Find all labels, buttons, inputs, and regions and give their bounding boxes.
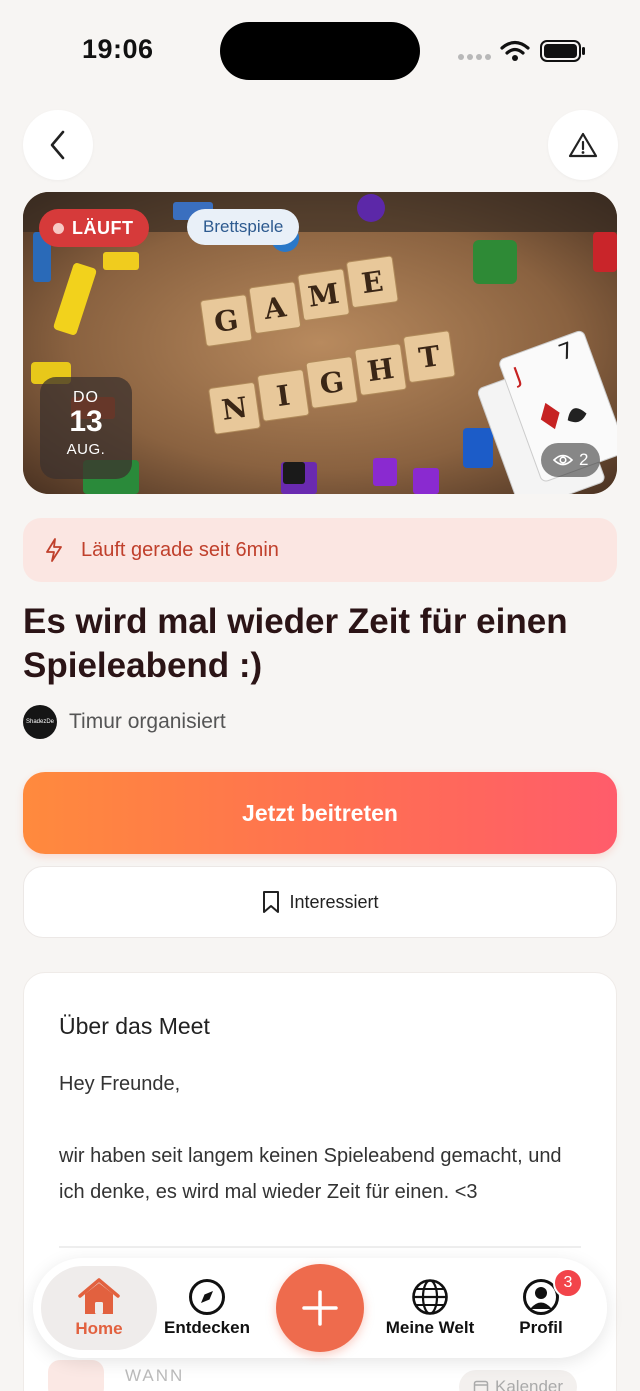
event-title: Es wird mal wieder Zeit für einen Spiele… <box>23 602 568 685</box>
live-status-badge: LÄUFT <box>39 209 150 247</box>
wifi-icon <box>500 40 530 61</box>
event-cover-image: G A M E N I G H T J 7 LÄUFT Brettspiele … <box>23 192 617 494</box>
date-day: 13 <box>69 405 103 438</box>
signal-icon <box>458 54 491 60</box>
clock: 19:06 <box>82 34 154 64</box>
view-count-badge: 2 <box>541 443 601 477</box>
about-greeting: Hey Freunde, <box>59 1073 181 1095</box>
svg-text:H: H <box>365 352 396 388</box>
join-button[interactable]: Jetzt beitreten <box>23 772 617 854</box>
live-status-label: LÄUFT <box>72 217 134 238</box>
dynamic-island <box>220 22 420 80</box>
tab-explore[interactable]: Entdecken <box>157 1266 257 1350</box>
when-label: WANN <box>125 1366 185 1385</box>
view-count: 2 <box>579 450 589 469</box>
lightning-icon <box>46 538 62 562</box>
globe-icon <box>412 1279 448 1315</box>
tab-profile-label: Profil <box>519 1318 563 1337</box>
plus-icon <box>302 1290 338 1326</box>
svg-text:G: G <box>318 365 346 401</box>
interested-label: Interessiert <box>289 891 379 912</box>
compass-icon <box>189 1279 225 1315</box>
live-since-text: Läuft gerade seit 6min <box>81 538 279 561</box>
calendar-small-icon <box>473 1380 489 1391</box>
status-bar: 19:06 <box>0 0 640 100</box>
tab-my-world-label: Meine Welt <box>385 1318 475 1337</box>
interested-button[interactable]: Interessiert <box>23 866 617 938</box>
tab-home[interactable]: Home <box>41 1266 157 1350</box>
category-tag[interactable]: Brettspiele <box>187 209 300 245</box>
bookmark-icon <box>263 891 280 913</box>
about-body: wir haben seit langem keinen Spieleabend… <box>59 1145 562 1203</box>
svg-text:E: E <box>359 265 385 301</box>
divider <box>59 1246 581 1248</box>
home-icon <box>78 1278 120 1314</box>
tab-profile[interactable]: Profil 3 <box>497 1266 585 1350</box>
about-title: Über das Meet <box>59 1013 210 1039</box>
tab-explore-label: Entdecken <box>164 1318 250 1337</box>
event-date-box: DO 13 AUG. <box>40 377 132 479</box>
organizer-row[interactable]: ShadezDe Timur organisiert <box>23 705 226 739</box>
svg-text:M: M <box>306 277 341 314</box>
report-button[interactable] <box>548 110 618 180</box>
live-since-banner: Läuft gerade seit 6min <box>23 518 617 582</box>
back-button[interactable] <box>23 110 93 180</box>
date-month: AUG. <box>66 441 106 458</box>
live-dot-icon <box>53 222 64 234</box>
notification-badge: 3 <box>553 1268 583 1298</box>
tab-home-label: Home <box>75 1319 123 1338</box>
when-row: WANN Kalender <box>23 1360 617 1391</box>
battery-icon <box>540 40 585 62</box>
bottom-tab-bar: Home Entdecken Meine Welt Profil 3 <box>33 1258 607 1358</box>
warning-icon <box>568 132 598 158</box>
add-to-calendar-button[interactable]: Kalender <box>459 1370 578 1391</box>
create-meet-button[interactable] <box>276 1264 364 1352</box>
chevron-left-icon <box>50 130 65 160</box>
svg-text:N: N <box>220 391 250 427</box>
svg-text:G: G <box>212 303 240 339</box>
calendar-label: Kalender <box>495 1377 564 1391</box>
organizer-avatar[interactable]: ShadezDe <box>23 705 57 739</box>
tab-my-world[interactable]: Meine Welt <box>373 1266 487 1350</box>
eye-icon <box>553 454 573 466</box>
organizer-label: Timur organisiert <box>69 710 226 733</box>
calendar-icon <box>48 1360 104 1391</box>
